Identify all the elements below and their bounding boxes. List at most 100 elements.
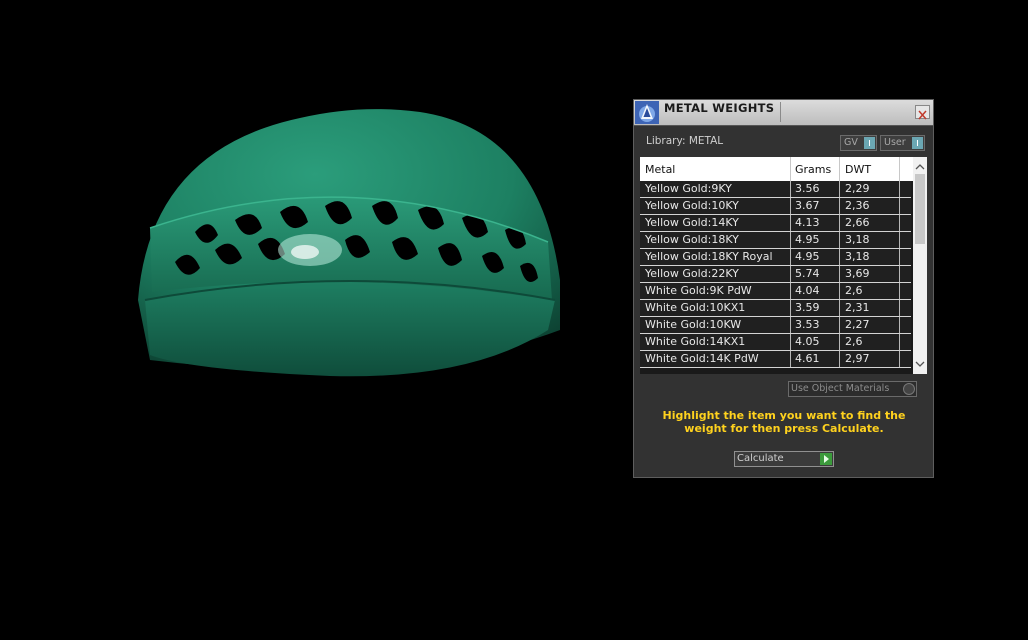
column-divider <box>839 334 840 350</box>
table-row[interactable]: White Gold:14KX1 4.05 2,6 <box>640 334 911 351</box>
calculate-label: Calculate <box>737 453 784 464</box>
column-divider <box>790 198 791 214</box>
table-row[interactable]: Yellow Gold:10KY 3.67 2,36 <box>640 198 911 215</box>
dwt-cell: 2,27 <box>845 318 870 331</box>
column-divider <box>899 157 900 181</box>
table-row[interactable]: White Gold:14K PdW 4.61 2,97 <box>640 351 911 368</box>
column-divider <box>899 300 900 316</box>
column-divider <box>839 351 840 367</box>
dwt-cell: 3,69 <box>845 267 870 280</box>
column-divider <box>839 317 840 333</box>
toggle-icon <box>912 137 923 149</box>
title-divider <box>780 102 781 122</box>
table-header: Metal Grams DWT <box>640 157 927 181</box>
metal-cell: White Gold:10KW <box>645 318 742 331</box>
dwt-cell: 2,36 <box>845 199 870 212</box>
metal-cell: Yellow Gold:14KY <box>645 216 739 229</box>
grams-cell: 4.95 <box>795 250 820 263</box>
grams-cell: 4.61 <box>795 352 820 365</box>
column-divider <box>899 334 900 350</box>
metal-table[interactable]: Metal Grams DWT Yellow Gold:9KY 3.56 2,2… <box>640 157 927 374</box>
column-divider <box>899 283 900 299</box>
column-divider <box>839 198 840 214</box>
column-divider <box>899 351 900 367</box>
gv-toggle-label: GV <box>844 137 858 148</box>
column-divider <box>899 249 900 265</box>
metal-cell: White Gold:14KX1 <box>645 335 746 348</box>
table-row[interactable]: Yellow Gold:14KY 4.13 2,66 <box>640 215 911 232</box>
column-divider <box>899 317 900 333</box>
scroll-up-icon[interactable] <box>913 161 927 173</box>
table-row[interactable]: White Gold:9K PdW 4.04 2,6 <box>640 283 911 300</box>
table-row[interactable]: White Gold:10KW 3.53 2,27 <box>640 317 911 334</box>
column-divider <box>790 181 791 197</box>
column-divider <box>899 198 900 214</box>
grams-cell: 3.53 <box>795 318 820 331</box>
title-bar[interactable]: METAL WEIGHTS <box>634 100 933 126</box>
table-row[interactable]: White Gold:10KX1 3.59 2,31 <box>640 300 911 317</box>
header-metal[interactable]: Metal <box>645 163 675 176</box>
column-divider <box>899 181 900 197</box>
column-divider <box>790 266 791 282</box>
column-divider <box>839 157 840 181</box>
close-button[interactable] <box>915 105 930 120</box>
column-divider <box>839 283 840 299</box>
header-dwt[interactable]: DWT <box>845 163 871 176</box>
dwt-cell: 2,6 <box>845 284 863 297</box>
metal-cell: White Gold:9K PdW <box>645 284 752 297</box>
header-grams[interactable]: Grams <box>795 163 831 176</box>
column-divider <box>839 215 840 231</box>
metal-cell: Yellow Gold:9KY <box>645 182 732 195</box>
grams-cell: 3.67 <box>795 199 820 212</box>
user-toggle-label: User <box>884 137 906 148</box>
dwt-cell: 2,29 <box>845 182 870 195</box>
table-scrollbar[interactable] <box>913 157 927 374</box>
metal-cell: Yellow Gold:10KY <box>645 199 739 212</box>
column-divider <box>839 249 840 265</box>
app-logo-icon <box>635 101 659 124</box>
grams-cell: 3.56 <box>795 182 820 195</box>
column-divider <box>790 249 791 265</box>
use-object-materials-toggle[interactable]: Use Object Materials <box>788 381 917 397</box>
column-divider <box>839 266 840 282</box>
user-toggle[interactable]: User <box>880 135 925 151</box>
metal-cell: Yellow Gold:18KY Royal <box>645 250 773 263</box>
radio-icon <box>903 383 915 395</box>
column-divider <box>899 266 900 282</box>
scroll-thumb[interactable] <box>915 174 925 244</box>
dwt-cell: 2,6 <box>845 335 863 348</box>
column-divider <box>839 181 840 197</box>
table-row[interactable]: Yellow Gold:18KY 4.95 3,18 <box>640 232 911 249</box>
column-divider <box>899 232 900 248</box>
metal-cell: Yellow Gold:18KY <box>645 233 739 246</box>
column-divider <box>839 232 840 248</box>
gv-toggle[interactable]: GV <box>840 135 877 151</box>
use-object-materials-label: Use Object Materials <box>791 383 890 394</box>
table-row[interactable]: Yellow Gold:18KY Royal 4.95 3,18 <box>640 249 911 266</box>
scroll-down-icon[interactable] <box>913 358 927 370</box>
column-divider <box>790 215 791 231</box>
metal-cell: Yellow Gold:22KY <box>645 267 739 280</box>
column-divider <box>790 157 791 181</box>
column-divider <box>899 215 900 231</box>
grams-cell: 5.74 <box>795 267 820 280</box>
metal-cell: White Gold:10KX1 <box>645 301 746 314</box>
toggle-icon <box>864 137 875 149</box>
table-body: Yellow Gold:9KY 3.56 2,29 Yellow Gold:10… <box>640 181 911 368</box>
dwt-cell: 2,31 <box>845 301 870 314</box>
column-divider <box>790 300 791 316</box>
grams-cell: 4.05 <box>795 335 820 348</box>
dwt-cell: 3,18 <box>845 250 870 263</box>
table-row[interactable]: Yellow Gold:9KY 3.56 2,29 <box>640 181 911 198</box>
metal-cell: White Gold:14K PdW <box>645 352 759 365</box>
calculate-button[interactable]: Calculate <box>734 451 834 467</box>
play-arrow-icon <box>820 453 832 465</box>
dwt-cell: 2,66 <box>845 216 870 229</box>
library-label: Library: METAL <box>646 135 724 147</box>
column-divider <box>839 300 840 316</box>
column-divider <box>790 351 791 367</box>
dwt-cell: 3,18 <box>845 233 870 246</box>
panel-title: METAL WEIGHTS <box>664 101 775 115</box>
column-divider <box>790 317 791 333</box>
table-row[interactable]: Yellow Gold:22KY 5.74 3,69 <box>640 266 911 283</box>
